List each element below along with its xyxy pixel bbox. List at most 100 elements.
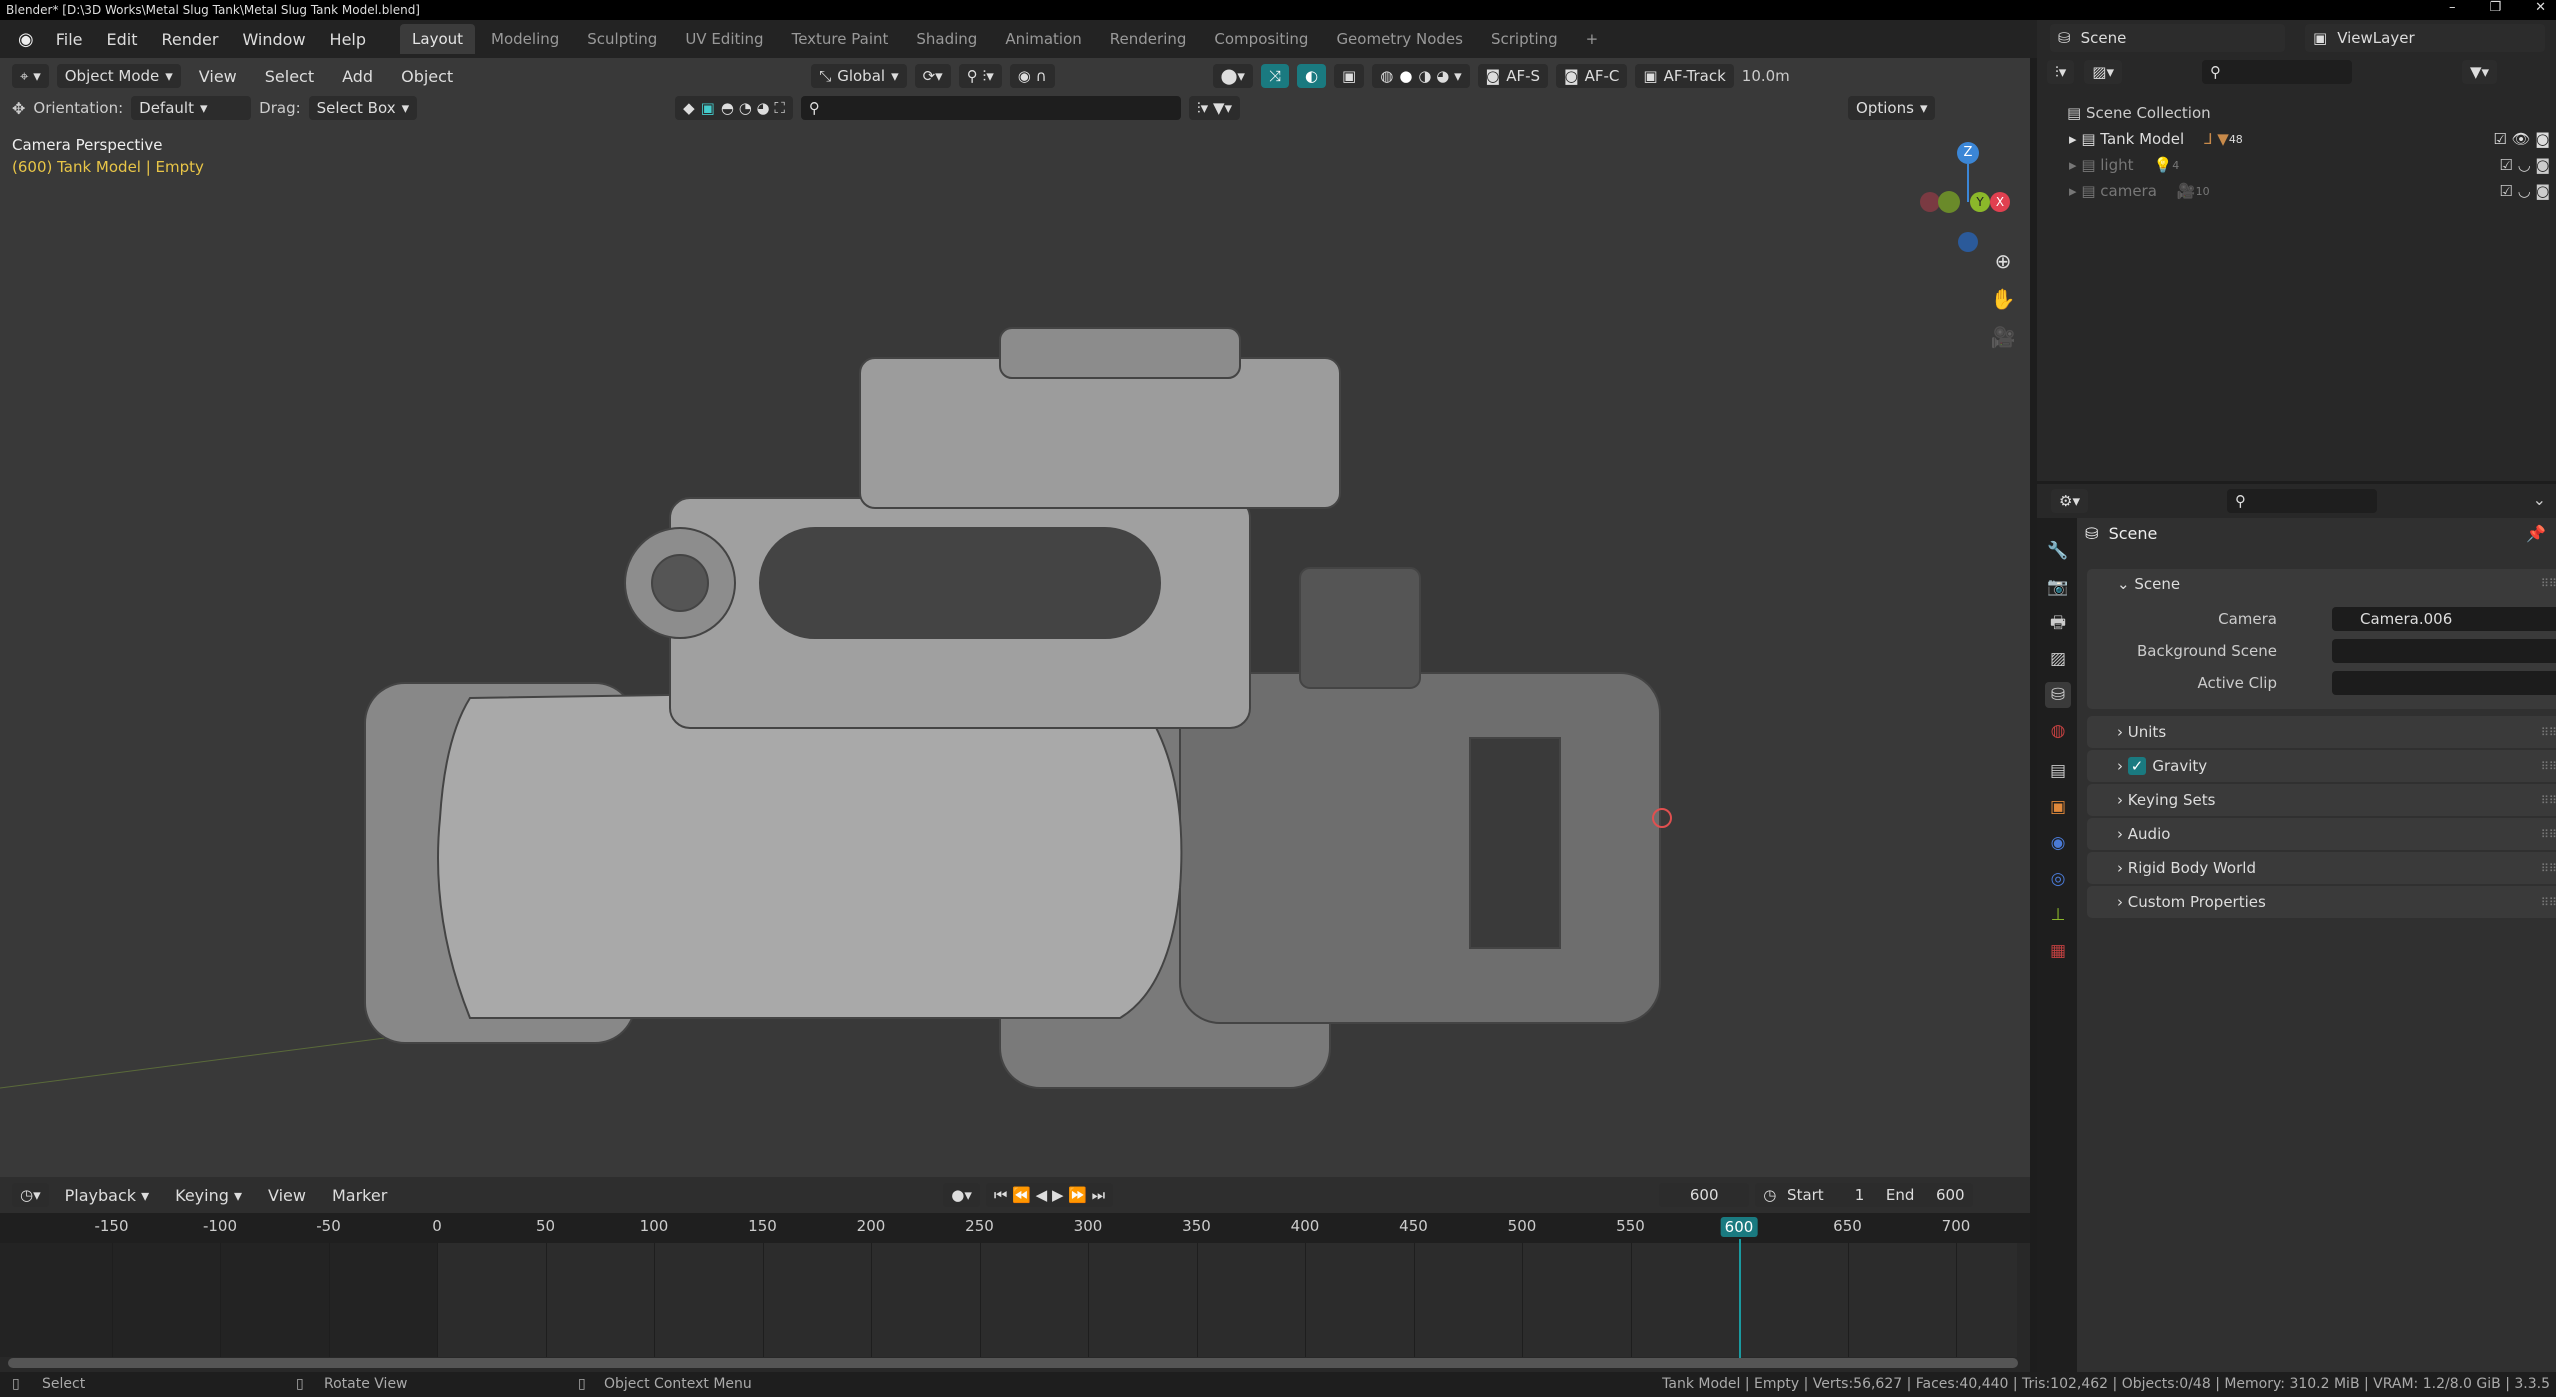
outliner-item[interactable]: ▸ ▤ Tank Model ⅃ ▼ 48 ☑ 👁 ◙ xyxy=(2037,126,2556,152)
menu-help[interactable]: Help xyxy=(320,26,376,53)
close-button[interactable]: ✕ xyxy=(2535,0,2546,20)
object-tab-icon[interactable]: ▣ xyxy=(2045,794,2071,820)
editor-type-button[interactable]: ◷▾ xyxy=(12,1183,49,1207)
frame-gridline xyxy=(979,1243,981,1357)
properties-context: ⛁ Scene xyxy=(2085,524,2158,543)
tab-rendering[interactable]: Rendering xyxy=(1098,24,1199,54)
tab-shading[interactable]: Shading xyxy=(904,24,989,54)
gravity-checkbox[interactable]: ✓ xyxy=(2127,757,2147,775)
collection-tab-icon[interactable]: ▤ xyxy=(2045,758,2071,784)
drag-handle-icon[interactable]: ⠿⠿ xyxy=(2541,794,2556,807)
texture-tab-icon[interactable]: ▦ xyxy=(2045,938,2071,964)
timeline-scrollbar[interactable] xyxy=(8,1358,2018,1368)
outliner-display-mode[interactable]: ⫶▾ xyxy=(2047,60,2075,84)
tab-compositing[interactable]: Compositing xyxy=(1202,24,1320,54)
visibility-toggles[interactable]: ☑ ◡ ◙ xyxy=(2499,182,2550,200)
tab-texture-paint[interactable]: Texture Paint xyxy=(780,24,901,54)
z-axis-icon[interactable]: Z xyxy=(1957,142,1979,164)
drag-handle-icon[interactable]: ⠿⠿ xyxy=(2541,577,2556,590)
render-tab-icon[interactable]: 📷 xyxy=(2045,574,2071,600)
view-layer-selector[interactable]: ▣ ViewLayer xyxy=(2305,24,2545,52)
tool-tab-icon[interactable]: 🔧 xyxy=(2045,538,2071,564)
frame-range-fields[interactable]: ◷ Start 1 End 600 xyxy=(1755,1183,1973,1207)
custom-properties-panel[interactable]: › Custom Properties ⠿⠿ xyxy=(2087,886,2556,918)
camera-field[interactable]: Camera.006✕ xyxy=(2332,607,2556,631)
drag-handle-icon[interactable]: ⠿⠿ xyxy=(2541,726,2556,739)
drag-handle-icon[interactable]: ⠿⠿ xyxy=(2541,862,2556,875)
tab-geometry-nodes[interactable]: Geometry Nodes xyxy=(1324,24,1475,54)
expand-arrow-icon[interactable]: ▸ xyxy=(2069,156,2081,174)
active-clip-field[interactable] xyxy=(2332,671,2556,695)
menu-edit[interactable]: Edit xyxy=(97,26,148,53)
neg-x-axis-icon[interactable] xyxy=(1920,192,1940,212)
outliner-item[interactable]: ▸ ▤ light 💡 4 ☑ ◡ ◙ xyxy=(2037,152,2556,178)
output-tab-icon[interactable]: 🖶 xyxy=(2045,610,2071,636)
scene-name: Scene xyxy=(2080,29,2127,47)
visibility-toggles[interactable]: ☑ 👁 ◙ xyxy=(2493,130,2550,148)
frame-tick-label: 100 xyxy=(639,1217,669,1235)
tab-scripting[interactable]: Scripting xyxy=(1479,24,1570,54)
scene-selector[interactable]: ⛁ Scene xyxy=(2050,24,2285,52)
outliner-item[interactable]: ▸ ▤ camera 🎥 10 ☑ ◡ ◙ xyxy=(2037,178,2556,204)
background-scene-field[interactable] xyxy=(2332,639,2556,663)
menu-keying[interactable]: Keying ▾ xyxy=(165,1182,252,1209)
tab-layout[interactable]: Layout xyxy=(400,24,476,54)
visibility-toggles[interactable]: ☑ ◡ ◙ xyxy=(2499,156,2550,174)
add-workspace-button[interactable]: + xyxy=(1574,24,1611,54)
gravity-panel[interactable]: › ✓ Gravity ⠿⠿ xyxy=(2087,750,2556,782)
navigation-gizmo[interactable]: Z Y X xyxy=(1920,142,2020,252)
neg-z-axis-icon[interactable] xyxy=(1958,232,1978,252)
drag-handle-icon[interactable]: ⠿⠿ xyxy=(2541,828,2556,841)
menu-file[interactable]: File xyxy=(46,26,93,53)
maximize-button[interactable]: ❐ xyxy=(2489,0,2501,20)
constraints-tab-icon[interactable]: ◎ xyxy=(2045,866,2071,892)
record-button[interactable]: ●▾ xyxy=(943,1183,980,1207)
drag-handle-icon[interactable]: ⠿⠿ xyxy=(2541,896,2556,909)
menu-view[interactable]: View xyxy=(258,1182,316,1209)
menu-render[interactable]: Render xyxy=(151,26,228,53)
physics-tab-icon[interactable]: ◉ xyxy=(2045,830,2071,856)
scene-collection-row[interactable]: ▤ Scene Collection xyxy=(2037,100,2556,126)
neg-y-axis-icon[interactable] xyxy=(1938,191,1960,213)
playhead[interactable] xyxy=(1739,1239,1741,1365)
outliner-filter-icon[interactable]: ▼▾ xyxy=(2461,60,2498,84)
rigid-body-world-panel[interactable]: › Rigid Body World ⠿⠿ xyxy=(2087,852,2556,884)
drag-handle-icon[interactable]: ⠿⠿ xyxy=(2541,760,2556,773)
outliner-view-icon[interactable]: ▨▾ xyxy=(2084,60,2122,84)
world-tab-icon[interactable]: ◍ xyxy=(2045,718,2071,744)
pan-hand-icon[interactable]: ✋ xyxy=(1988,280,2018,318)
frame-range-area[interactable] xyxy=(437,1243,2017,1357)
current-frame-field[interactable]: 600 xyxy=(1659,1183,1750,1207)
tab-animation[interactable]: Animation xyxy=(993,24,1093,54)
audio-panel[interactable]: › Audio ⠿⠿ xyxy=(2087,818,2556,850)
menu-marker[interactable]: Marker xyxy=(322,1182,397,1209)
3d-viewport[interactable]: ⌖ ▾ Object Mode ▾ View Select Add Object… xyxy=(0,58,2030,1177)
data-tab-icon[interactable]: ⊥ xyxy=(2045,902,2071,928)
panel-header[interactable]: ⌄ Scene xyxy=(2117,575,2180,593)
scene-tab-icon[interactable]: ⛁ xyxy=(2045,682,2071,708)
outliner-search-input[interactable]: ⚲ xyxy=(2201,60,2352,84)
blender-logo-icon[interactable]: ◉ xyxy=(10,29,42,50)
minimize-button[interactable]: – xyxy=(2449,0,2456,20)
tab-modeling[interactable]: Modeling xyxy=(479,24,571,54)
pin-icon[interactable]: 📌 xyxy=(2526,524,2546,543)
frame-tick-label: -150 xyxy=(94,1217,129,1235)
editor-type-button[interactable]: ⚙▾ xyxy=(2051,489,2088,513)
expand-arrow-icon[interactable]: ▸ xyxy=(2069,182,2081,200)
x-axis-icon[interactable]: X xyxy=(1990,192,2010,212)
properties-search-input[interactable]: ⚲ xyxy=(2227,489,2377,513)
y-axis-icon[interactable]: Y xyxy=(1970,192,1990,212)
tab-sculpting[interactable]: Sculpting xyxy=(575,24,669,54)
view-layer-tab-icon[interactable]: ▨ xyxy=(2045,646,2071,672)
expand-arrow-icon[interactable]: ▸ xyxy=(2069,130,2081,148)
menu-window[interactable]: Window xyxy=(232,26,315,53)
zoom-icon[interactable]: ⊕ xyxy=(1988,242,2018,280)
tank-model[interactable] xyxy=(0,58,2030,1177)
chevron-down-icon[interactable]: ⌄ xyxy=(2533,490,2546,509)
units-panel[interactable]: › Units ⠿⠿ xyxy=(2087,716,2556,748)
playback-controls[interactable]: ⏮ ⏪ ◀ ▶ ⏩ ⏭ xyxy=(985,1183,1114,1207)
tab-uv-editing[interactable]: UV Editing xyxy=(673,24,775,54)
menu-playback[interactable]: Playback ▾ xyxy=(55,1182,160,1209)
keying-sets-panel[interactable]: › Keying Sets ⠿⠿ xyxy=(2087,784,2556,816)
camera-view-icon[interactable]: 🎥 xyxy=(1988,318,2018,356)
